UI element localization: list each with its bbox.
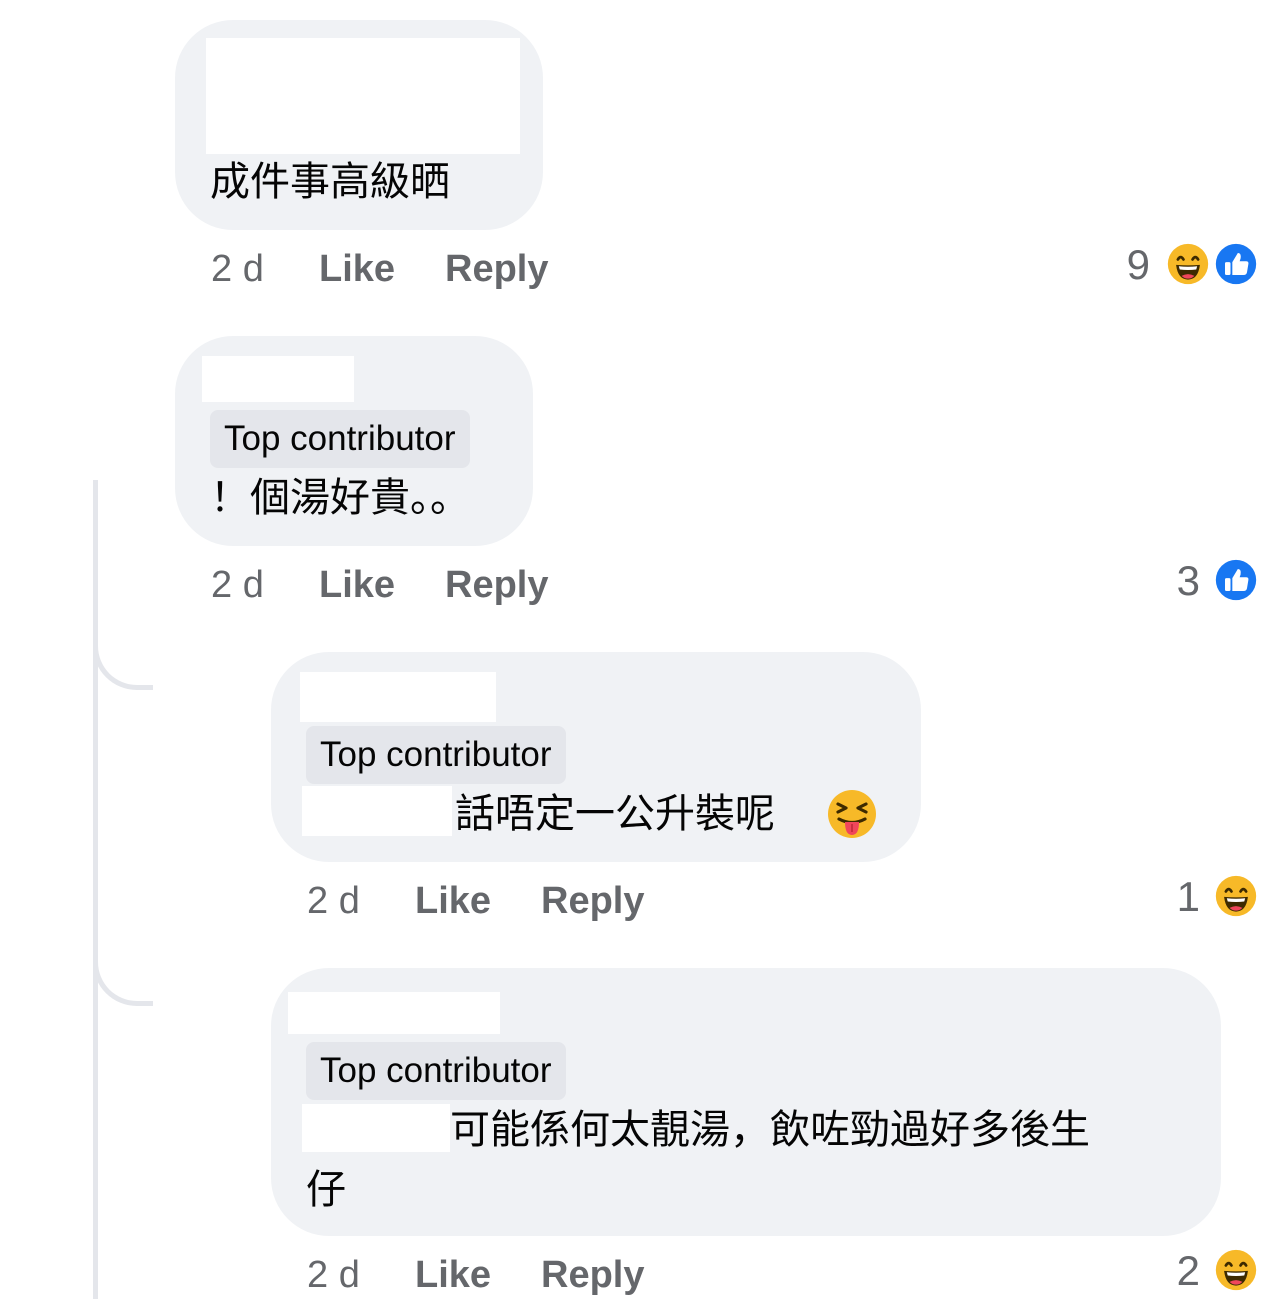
like-icon[interactable] — [1212, 240, 1260, 288]
redacted-mention — [302, 1104, 450, 1152]
comment-text: 話唔定一公升裝呢 — [455, 791, 775, 837]
comment-timestamp: 2 d — [211, 564, 264, 606]
comment-timestamp: 2 d — [307, 880, 360, 922]
comment-actions: 2 d Like Reply — [211, 560, 548, 610]
thread-line — [93, 480, 98, 1299]
top-contributor-badge: Top contributor — [306, 726, 566, 784]
squinting-tongue-face-icon — [828, 790, 876, 838]
comment-timestamp: 2 d — [211, 248, 264, 290]
haha-icon[interactable] — [1164, 240, 1212, 288]
redacted-author-name — [202, 356, 354, 402]
reaction-count[interactable]: 9 — [1100, 240, 1150, 290]
haha-icon[interactable] — [1212, 1246, 1260, 1294]
comment-text: 成件事高級晒 — [210, 159, 450, 205]
like-button[interactable]: Like — [415, 876, 541, 926]
redacted-author-name — [206, 38, 520, 154]
top-contributor-badge: Top contributor — [210, 410, 470, 468]
reaction-count[interactable]: 3 — [1150, 556, 1200, 606]
comment-actions: 2 d Like Reply — [307, 876, 644, 926]
thread-connector-1 — [93, 630, 153, 690]
comment-text-line2: 仔 — [306, 1167, 346, 1213]
reaction-count[interactable]: 1 — [1150, 872, 1200, 922]
comment-actions: 2 d Like Reply — [307, 1250, 644, 1300]
redacted-author-name — [300, 672, 496, 722]
like-icon[interactable] — [1212, 556, 1260, 604]
reaction-count[interactable]: 2 — [1150, 1246, 1200, 1296]
like-button[interactable]: Like — [319, 560, 445, 610]
reply-button[interactable]: Reply — [541, 876, 644, 926]
redacted-author-name — [288, 992, 500, 1034]
like-button[interactable]: Like — [319, 244, 445, 294]
comment-timestamp: 2 d — [307, 1254, 360, 1296]
redacted-mention — [302, 786, 452, 836]
reply-button[interactable]: Reply — [541, 1250, 644, 1300]
comment-actions: 2 d Like Reply — [211, 244, 548, 294]
comment-text: ！個湯好貴。。 — [210, 475, 470, 521]
thread-connector-2 — [93, 946, 153, 1006]
reply-button[interactable]: Reply — [445, 244, 548, 294]
comment-text-line1: 可能係何太靚湯，飲咗勁過好多後生 — [450, 1107, 1090, 1153]
top-contributor-badge: Top contributor — [306, 1042, 566, 1100]
like-button[interactable]: Like — [415, 1250, 541, 1300]
haha-icon[interactable] — [1212, 872, 1260, 920]
reply-button[interactable]: Reply — [445, 560, 548, 610]
